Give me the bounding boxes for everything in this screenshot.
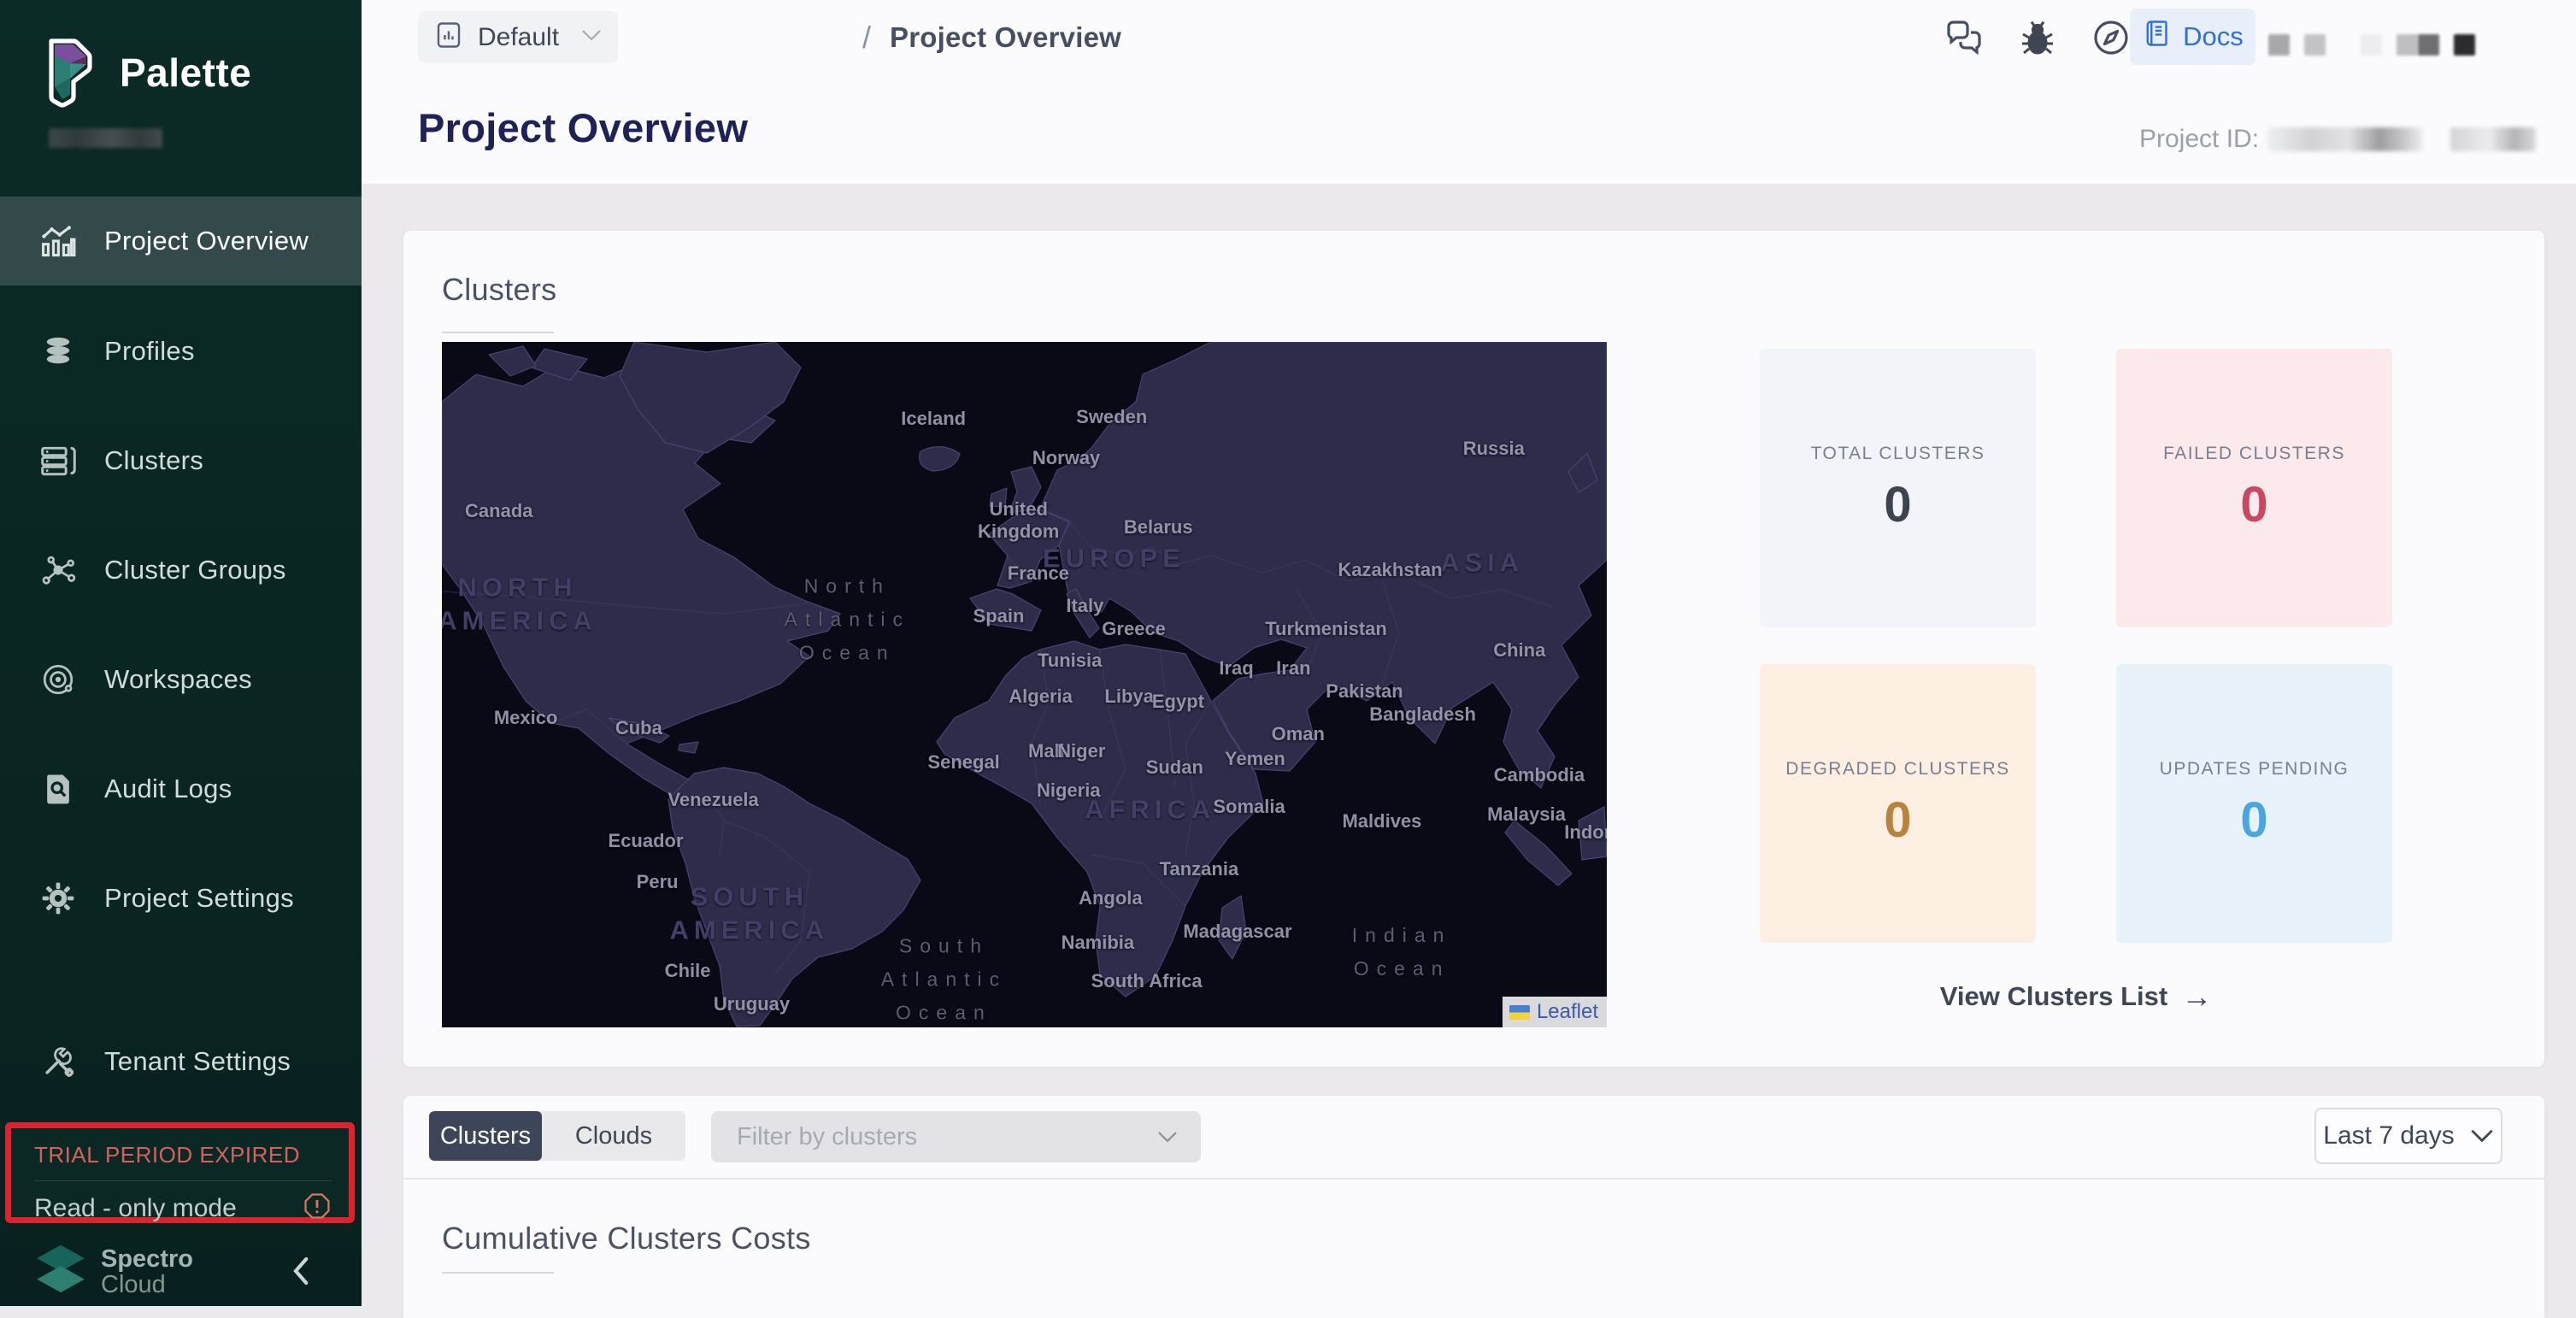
chevron-down-icon [2470, 1128, 2494, 1144]
gear-icon [39, 880, 77, 917]
redacted-toolbar-item [2304, 34, 2326, 56]
redacted-toolbar-item [2454, 34, 2475, 56]
palette-logo-text: Palette [120, 50, 251, 96]
spectro-cloud-logo-icon [32, 1244, 89, 1301]
tab-clusters[interactable]: Clusters [429, 1111, 542, 1161]
book-icon [2142, 18, 2173, 56]
costs-heading: Cumulative Clusters Costs [442, 1221, 811, 1256]
chat-icon[interactable] [1944, 17, 1985, 58]
time-range-select[interactable]: Last 7 days [2314, 1108, 2502, 1164]
stat-label: TOTAL CLUSTERS [1811, 444, 1985, 464]
sidebar: Palette Project Overview [0, 0, 362, 1306]
spectro-cloud-logo-text: Spectro Cloud [101, 1246, 193, 1298]
layers-stack-icon [39, 332, 77, 370]
bug-icon[interactable] [2017, 17, 2058, 58]
stat-label: FAILED CLUSTERS [2163, 444, 2345, 464]
stat-value: 0 [2240, 791, 2267, 849]
redacted-toolbar-item [2361, 34, 2382, 56]
network-nodes-icon [39, 551, 77, 589]
sidebar-item-label: Profiles [104, 336, 195, 367]
document-search-icon [39, 770, 77, 808]
sidebar-item-workspaces[interactable]: Workspaces [0, 635, 362, 724]
redacted-toolbar-item [2418, 34, 2439, 56]
warning-octagon-icon[interactable] [303, 1191, 332, 1225]
ukraine-flag-icon [1509, 1005, 1530, 1020]
costs-section: Clusters Clouds Filter by clusters Last … [403, 1096, 2544, 1318]
brand[interactable]: Palette [38, 32, 251, 112]
tab-clouds[interactable]: Clouds [542, 1111, 685, 1161]
palette-logo-icon [38, 32, 101, 112]
sidebar-footer: Spectro Cloud [0, 1238, 362, 1306]
sidebar-item-label: Cluster Groups [104, 555, 286, 585]
view-tabs: Clusters Clouds [429, 1111, 685, 1161]
sidebar-item-audit-logs[interactable]: Audit Logs [0, 744, 362, 833]
sidebar-item-tenant-settings[interactable]: Tenant Settings [0, 1017, 362, 1106]
docs-button[interactable]: Docs [2130, 9, 2255, 65]
sidebar-item-label: Project Overview [104, 226, 309, 256]
stat-card-degraded-clusters: DEGRADED CLUSTERS 0 [1760, 664, 2036, 943]
chevron-down-icon [1156, 1130, 1179, 1144]
redacted-toolbar-item [2268, 34, 2290, 56]
view-clusters-list-link[interactable]: View Clusters List → [1940, 981, 2212, 1012]
app-root: Palette Project Overview [0, 0, 2576, 1306]
trial-divider [34, 1180, 332, 1181]
clusters-card: Clusters [403, 231, 2544, 1067]
topbar-actions: Docs [362, 0, 2576, 75]
redacted-toolbar-item [2397, 34, 2418, 56]
redacted-project-id [2267, 127, 2423, 151]
trial-expired-banner: TRIAL PERIOD EXPIRED Read - only mode [5, 1122, 355, 1223]
stat-value: 0 [1884, 476, 1911, 533]
sidebar-item-project-overview[interactable]: Project Overview [0, 197, 362, 285]
clusters-map[interactable]: North Atlantic OceanSouth Atlantic Ocean… [442, 342, 1607, 1027]
view-clusters-list-label: View Clusters List [1940, 981, 2167, 1012]
sidebar-item-label: Project Settings [104, 883, 294, 914]
stat-card-updates-pending: UPDATES PENDING 0 [2116, 664, 2392, 943]
server-rack-icon [39, 442, 77, 480]
sidebar-item-cluster-groups[interactable]: Cluster Groups [0, 526, 362, 615]
stat-label: UPDATES PENDING [2160, 759, 2350, 780]
sidebar-item-label: Clusters [104, 445, 203, 476]
heading-underline [442, 1272, 554, 1274]
leaflet-attribution[interactable]: Leaflet [1503, 997, 1607, 1027]
trial-title: TRIAL PERIOD EXPIRED [34, 1142, 332, 1168]
section-divider [403, 1178, 2544, 1180]
sidebar-item-project-settings[interactable]: Project Settings [0, 854, 362, 943]
clusters-card-title: Clusters [442, 272, 556, 308]
time-range-value: Last 7 days [2323, 1121, 2454, 1150]
sidebar-item-label: Tenant Settings [104, 1046, 291, 1077]
project-id: Project ID: [2139, 125, 2536, 154]
arrow-right-icon: → [2181, 981, 2212, 1012]
sidebar-item-profiles[interactable]: Profiles [0, 307, 362, 396]
stat-value: 0 [2240, 476, 2267, 533]
sidebar-collapse-chevron-icon[interactable] [289, 1253, 315, 1293]
stat-value: 0 [1884, 791, 1911, 849]
stat-label: DEGRADED CLUSTERS [1785, 759, 2009, 780]
redacted-project-id [2450, 127, 2536, 151]
trial-subtitle: Read - only mode [34, 1194, 237, 1223]
orbit-icon [39, 661, 77, 698]
stat-card-failed-clusters: FAILED CLUSTERS 0 [2116, 349, 2392, 627]
leaflet-attribution-label: Leaflet [1537, 1000, 1598, 1024]
content-area: Default / Project Overview [362, 0, 2576, 1306]
page-title: Project Overview [418, 104, 748, 151]
sidebar-item-label: Audit Logs [104, 774, 232, 804]
heading-underline [442, 332, 554, 333]
redacted-plan-badge [49, 128, 162, 148]
cluster-filter-placeholder: Filter by clusters [737, 1123, 917, 1151]
compass-icon[interactable] [2091, 17, 2132, 58]
tools-icon [39, 1043, 77, 1080]
stat-card-total-clusters: TOTAL CLUSTERS 0 [1760, 349, 2036, 627]
bar-chart-icon [39, 222, 77, 260]
cluster-filter-select[interactable]: Filter by clusters [711, 1111, 1201, 1162]
sidebar-item-clusters[interactable]: Clusters [0, 416, 362, 505]
project-id-label: Project ID: [2139, 125, 2259, 154]
docs-button-label: Docs [2183, 21, 2244, 52]
sidebar-item-label: Workspaces [104, 664, 252, 695]
